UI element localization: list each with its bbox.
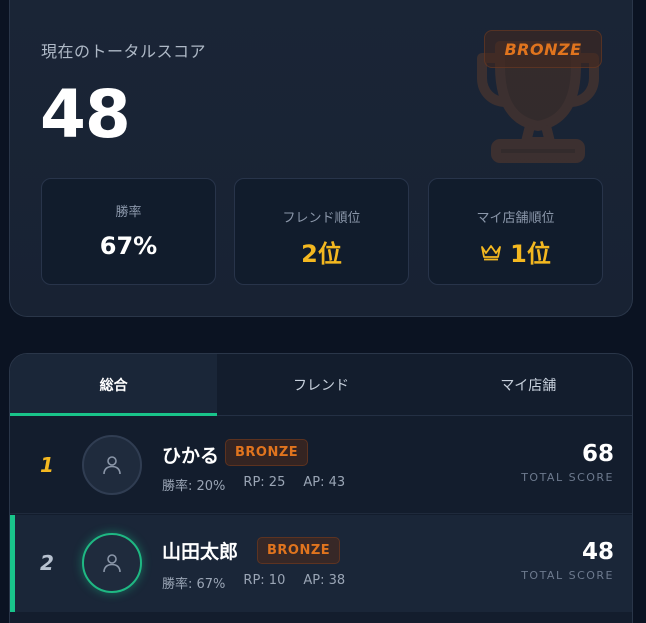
total-score-label: TOTAL SCORE [521, 471, 614, 484]
ap-text: AP: 38 [303, 573, 346, 588]
stat-store-rank: マイ店舗順位 1位 [428, 178, 603, 285]
player-name: 山田太郎 [162, 541, 239, 563]
total-score-label: TOTAL SCORE [521, 569, 614, 582]
ranking-panel: 総合 フレンド マイ店舗 1 ひかる BRONZE 勝率: 20% RP: 25… [9, 353, 633, 623]
stat-value: 67% [99, 232, 158, 260]
crown-icon [481, 244, 502, 260]
total-score-value: 68 [581, 441, 614, 467]
score-title: 現在のトータルスコア [41, 42, 207, 61]
ap-text: AP: 43 [303, 475, 346, 490]
stat-friend-rank: フレンド順位 2位 [234, 178, 409, 285]
rank-number: 1 [40, 453, 54, 477]
ranking-row[interactable]: 1 ひかる BRONZE 勝率: 20% RP: 25 AP: 43 68 TO… [10, 417, 632, 514]
stat-label: 勝率 [115, 205, 142, 220]
rp-text: RP: 10 [243, 573, 286, 588]
winrate-text: 勝率: 67% [162, 577, 226, 592]
player-stats: 勝率: 67% RP: 10 AP: 38 [162, 573, 345, 592]
tab-overall[interactable]: 総合 [10, 354, 218, 416]
user-icon [103, 554, 121, 573]
total-score-block: 48 TOTAL SCORE [521, 539, 614, 582]
stat-label: マイ店舗順位 [476, 211, 555, 226]
ranking-row[interactable]: 2 山田太郎 BRONZE 勝率: 67% RP: 10 AP: 38 48 T… [10, 515, 632, 612]
winrate-text: 勝率: 20% [162, 479, 226, 494]
stat-value: 2位 [301, 240, 342, 268]
player-name: ひかる [162, 445, 220, 467]
tab-my-store[interactable]: マイ店舗 [425, 354, 632, 416]
stat-winrate: 勝率 67% [41, 178, 216, 285]
stat-label: フレンド順位 [282, 211, 361, 226]
ranking-tabs: 総合 フレンド マイ店舗 [10, 354, 632, 416]
avatar [82, 533, 142, 593]
tier-badge: BRONZE [257, 537, 341, 564]
rank-number: 2 [40, 551, 54, 575]
stat-value: 1位 [510, 240, 551, 268]
total-score-block: 68 TOTAL SCORE [521, 441, 614, 484]
player-stats: 勝率: 20% RP: 25 AP: 43 [162, 475, 345, 494]
rp-text: RP: 25 [243, 475, 286, 490]
tab-friends[interactable]: フレンド [217, 354, 424, 416]
tier-badge: BRONZE [225, 439, 309, 466]
avatar [82, 435, 142, 495]
total-score: 48 [40, 76, 131, 153]
user-icon [103, 456, 121, 475]
score-card: 現在のトータルスコア 48 BRONZE 勝率 67% フレンド順位 2位 マイ… [9, 0, 633, 317]
rank-badge: BRONZE [484, 30, 602, 68]
total-score-value: 48 [581, 539, 614, 565]
